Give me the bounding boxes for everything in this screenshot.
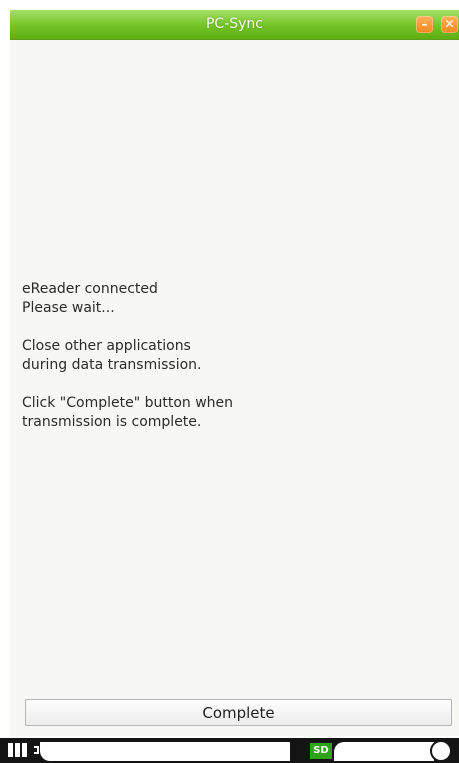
toggle-knob[interactable]: [430, 740, 452, 762]
close-apps-line-2: during data transmission.: [22, 357, 202, 373]
battery-icon: [8, 743, 40, 757]
complete-instruction-line-1: Click "Complete" button when: [22, 395, 234, 411]
device-status-bar: SD: [0, 738, 459, 763]
connection-status: eReader connected Please wait...: [22, 280, 422, 318]
connection-status-line: eReader connected: [22, 281, 158, 297]
status-message: eReader connected Please wait... Close o…: [22, 280, 422, 451]
close-apps-notice: Close other applications during data tra…: [22, 337, 422, 375]
close-icon[interactable]: ✕: [441, 16, 458, 33]
window-title: PC-Sync: [205, 16, 263, 32]
title-bar: PC-Sync – ✕: [10, 10, 459, 40]
wait-line: Please wait...: [22, 300, 115, 316]
close-apps-line-1: Close other applications: [22, 338, 191, 354]
complete-button[interactable]: Complete: [25, 699, 452, 726]
complete-instruction: Click "Complete" button when transmissio…: [22, 394, 422, 432]
sd-status-field: [334, 742, 434, 761]
sd-card-badge: SD: [310, 743, 332, 759]
complete-instruction-line-2: transmission is complete.: [22, 414, 202, 430]
status-field: [40, 742, 290, 761]
pc-sync-window: PC-Sync – ✕ eReader connected Please wai…: [10, 10, 459, 736]
minimize-icon[interactable]: –: [416, 16, 433, 33]
